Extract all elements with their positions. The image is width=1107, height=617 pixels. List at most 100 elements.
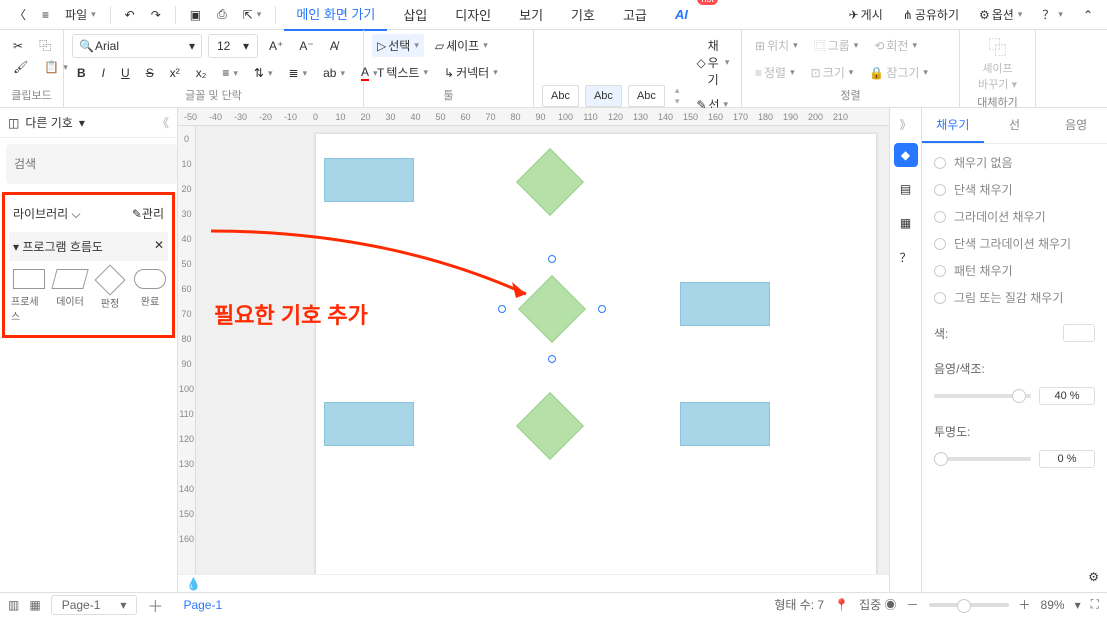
page-selector[interactable]: Page-1▾ xyxy=(51,595,138,615)
select-tool-button[interactable]: ▷ 선택 xyxy=(372,34,424,57)
strikethrough-button[interactable]: S xyxy=(141,63,159,83)
canvas-shape-rect[interactable] xyxy=(324,158,414,202)
zoom-value[interactable]: 89% xyxy=(1041,598,1065,612)
shape-decision[interactable]: 판정 xyxy=(94,269,126,323)
tab-view[interactable]: 보기 xyxy=(507,0,555,30)
highlight-button[interactable]: ab xyxy=(318,63,350,83)
connector-tool-button[interactable]: ↳ 커넥터 xyxy=(439,61,503,84)
tint-value[interactable]: 40 % xyxy=(1039,387,1095,405)
export-button[interactable]: ⇱ xyxy=(237,4,268,26)
zoom-in-button[interactable]: ＋ xyxy=(1019,596,1031,613)
align-button[interactable]: ≣ xyxy=(284,63,313,83)
fill-option-gradient[interactable]: 그라데이션 채우기 xyxy=(934,208,1095,225)
shape-process[interactable]: 프로세스 xyxy=(11,269,46,323)
decrease-font-button[interactable]: A⁻ xyxy=(294,36,318,56)
share-button[interactable]: ⋔ 공유하기 xyxy=(897,2,965,27)
expand-right-panel-button[interactable]: 》 xyxy=(899,116,911,133)
page-tab-1[interactable]: Page-1 xyxy=(173,596,232,614)
underline-button[interactable]: U xyxy=(116,63,135,83)
collapse-ribbon-button[interactable]: ⌃ xyxy=(1077,4,1099,26)
prop-tab-line[interactable]: 선 xyxy=(984,108,1046,143)
tab-main-screen[interactable]: 메인 화면 가기 xyxy=(284,0,387,31)
shape-data[interactable]: 데이터 xyxy=(54,269,86,323)
style-preset-2[interactable]: Abc xyxy=(585,85,622,107)
subscript-button[interactable]: x₂ xyxy=(191,63,212,83)
style-scroll-down[interactable]: ▾ xyxy=(675,96,680,107)
options-button[interactable]: ⚙ 옵션 xyxy=(973,2,1028,27)
canvas-shape-rect[interactable] xyxy=(680,402,770,446)
chevron-down-icon[interactable]: ▾ xyxy=(1075,598,1081,612)
selection-handle-right[interactable] xyxy=(598,305,606,313)
grid-toggle-icon[interactable]: ▦ xyxy=(29,598,40,612)
opacity-slider[interactable] xyxy=(934,457,1031,461)
canvas-page[interactable] xyxy=(316,134,876,574)
fill-option-none[interactable]: 채우기 없음 xyxy=(934,154,1095,171)
opacity-value[interactable]: 0 % xyxy=(1039,450,1095,468)
format-painter-button[interactable]: 🖌 xyxy=(8,57,33,77)
focus-mode-button[interactable]: 집중 ◉ xyxy=(859,596,896,613)
shape-tool-button[interactable]: ▱ 셰이프 xyxy=(430,34,493,57)
canvas-shape-rect[interactable] xyxy=(680,282,770,326)
close-section-button[interactable]: ✕ xyxy=(154,238,164,255)
canvas-shape-diamond[interactable] xyxy=(516,392,584,460)
layers-panel-button[interactable]: ▦ xyxy=(894,211,918,235)
canvas-shape-diamond-selected[interactable] xyxy=(502,259,602,359)
text-tool-button[interactable]: T 텍스트 xyxy=(372,61,433,84)
file-menu[interactable]: 파일 xyxy=(59,2,102,27)
fill-option-picture[interactable]: 그림 또는 질감 채우기 xyxy=(934,289,1095,306)
pin-icon[interactable]: 📍 xyxy=(834,598,849,612)
publish-button[interactable]: ✈ 게시 xyxy=(843,2,889,27)
hamburger-menu[interactable]: ≡ xyxy=(36,4,55,26)
copy-button[interactable]: ⿻ xyxy=(34,34,56,57)
font-family-select[interactable]: 🔍 Arial ▾ xyxy=(72,34,202,58)
manage-library-button[interactable]: ✎관리 xyxy=(132,205,164,222)
add-page-button[interactable]: ＋ xyxy=(147,593,163,617)
bold-button[interactable]: B xyxy=(72,63,91,83)
canvas[interactable]: 필요한 기호 추가 xyxy=(196,126,889,574)
tab-insert[interactable]: 삽입 xyxy=(391,0,439,30)
cut-button[interactable]: ✂ xyxy=(8,36,28,56)
tab-design[interactable]: 디자인 xyxy=(443,0,503,30)
color-well[interactable] xyxy=(1063,324,1095,342)
undo-button[interactable]: ↶ xyxy=(119,4,141,26)
canvas-shape-diamond[interactable] xyxy=(516,148,584,216)
chevron-down-icon[interactable]: ▾ xyxy=(79,116,85,130)
style-scroll-up[interactable]: ▴ xyxy=(675,85,680,96)
settings-gear-icon[interactable]: ⚙ xyxy=(1088,570,1099,584)
fill-option-solid-gradient[interactable]: 단색 그라데이션 채우기 xyxy=(934,235,1095,252)
increase-font-button[interactable]: A⁺ xyxy=(264,36,288,56)
italic-button[interactable]: I xyxy=(97,63,110,83)
print-button[interactable]: ⎙ xyxy=(211,3,233,26)
selection-handle-top[interactable] xyxy=(548,255,556,263)
tab-ai[interactable]: AI hot xyxy=(663,1,700,28)
selection-handle-left[interactable] xyxy=(498,305,506,313)
selection-handle-bottom[interactable] xyxy=(548,355,556,363)
font-size-select[interactable]: 12 ▾ xyxy=(208,34,258,58)
shape-terminator[interactable]: 완료 xyxy=(134,269,166,323)
tab-advanced[interactable]: 고급 xyxy=(611,0,659,30)
fill-option-solid[interactable]: 단색 채우기 xyxy=(934,181,1095,198)
format-panel-button[interactable]: ◆ xyxy=(894,143,918,167)
tint-slider[interactable] xyxy=(934,394,1031,398)
section-toggle[interactable]: ▾ 프로그램 흐름도 xyxy=(13,238,103,255)
back-button[interactable]: 〈 xyxy=(8,2,32,27)
style-preset-1[interactable]: Abc xyxy=(542,85,579,107)
redo-button[interactable]: ↷ xyxy=(145,4,167,26)
eyedropper-icon[interactable]: 💧 xyxy=(186,577,201,591)
notes-panel-button[interactable]: ▤ xyxy=(894,177,918,201)
line-spacing-button[interactable]: ⇅ xyxy=(249,63,278,83)
help-panel-button[interactable]: ？ xyxy=(894,245,918,269)
canvas-shape-rect[interactable] xyxy=(324,402,414,446)
ruler-toggle-icon[interactable]: ▥ xyxy=(8,598,19,612)
style-preset-3[interactable]: Abc xyxy=(628,85,665,107)
tab-symbol[interactable]: 기호 xyxy=(559,0,607,30)
collapse-left-panel-button[interactable]: 《 xyxy=(157,114,169,131)
clear-format-button[interactable]: A̸ xyxy=(325,36,343,56)
superscript-button[interactable]: x² xyxy=(165,63,185,83)
prop-tab-shadow[interactable]: 음영 xyxy=(1045,108,1107,143)
save-button[interactable]: ▣ xyxy=(184,4,207,26)
zoom-out-button[interactable]: － xyxy=(907,596,919,613)
prop-tab-fill[interactable]: 채우기 xyxy=(922,108,984,143)
fullscreen-icon[interactable]: ⛶ xyxy=(1091,597,1099,612)
zoom-slider[interactable] xyxy=(929,603,1009,607)
